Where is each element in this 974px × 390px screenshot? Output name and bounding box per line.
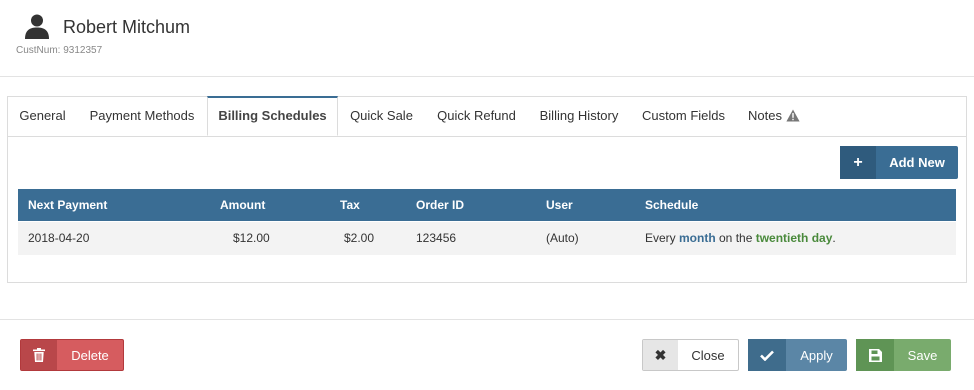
table-header: Next Payment Amount Tax Order ID User Sc…	[18, 189, 956, 221]
tab-payment-methods[interactable]: Payment Methods	[77, 97, 207, 136]
tab-billing-history[interactable]: Billing History	[528, 97, 630, 136]
delete-label: Delete	[71, 347, 109, 363]
delete-button[interactable]: Delete	[20, 339, 124, 371]
user-icon	[25, 14, 49, 39]
check-icon	[748, 339, 786, 371]
add-new-label: Add New	[889, 155, 945, 170]
close-label: Close	[691, 347, 725, 363]
save-button[interactable]: Save	[856, 339, 951, 371]
add-new-button[interactable]: + Add New	[840, 146, 958, 179]
cell-tax: $2.00	[344, 231, 375, 245]
cell-next-payment: 2018-04-20	[28, 231, 90, 245]
table-row[interactable]: 2018-04-20 $12.00 $2.00 123456 (Auto) Ev…	[18, 222, 956, 255]
cell-schedule: Every month on the twentieth day.	[645, 231, 836, 245]
customer-header: Robert Mitchum CustNum: 9312357	[0, 0, 974, 77]
customer-panel: General Payment Methods Billing Schedule…	[7, 96, 967, 283]
save-icon	[856, 339, 894, 371]
tab-quick-sale[interactable]: Quick Sale	[338, 97, 425, 136]
tab-quick-refund[interactable]: Quick Refund	[425, 97, 528, 136]
customer-number: CustNum: 9312357	[16, 45, 103, 56]
tab-notes[interactable]: Notes	[737, 97, 811, 136]
col-amount: Amount	[220, 198, 266, 212]
apply-button[interactable]: Apply	[748, 339, 847, 371]
tab-billing-schedules[interactable]: Billing Schedules	[207, 96, 338, 136]
schedule-day: twentieth day	[755, 231, 833, 245]
close-icon: ✖	[643, 340, 678, 370]
cell-user: (Auto)	[546, 231, 579, 245]
save-label: Save	[907, 347, 938, 363]
warning-icon	[786, 109, 800, 122]
tab-general[interactable]: General	[8, 97, 77, 136]
tab-bar: General Payment Methods Billing Schedule…	[8, 96, 966, 137]
customer-name: Robert Mitchum	[63, 17, 191, 37]
cell-amount: $12.00	[233, 231, 270, 245]
schedule-period: month	[679, 231, 716, 245]
footer-divider	[0, 319, 974, 320]
plus-icon: +	[840, 146, 876, 179]
apply-label: Apply	[800, 347, 833, 363]
col-order-id: Order ID	[416, 198, 465, 212]
trash-icon	[21, 340, 57, 370]
tab-custom-fields[interactable]: Custom Fields	[630, 97, 737, 136]
col-schedule: Schedule	[645, 198, 699, 212]
cell-order-id: 123456	[416, 231, 457, 245]
close-button[interactable]: ✖ Close	[642, 339, 739, 371]
col-next-payment: Next Payment	[28, 198, 108, 212]
col-user: User	[546, 198, 573, 212]
col-tax: Tax	[340, 198, 360, 212]
